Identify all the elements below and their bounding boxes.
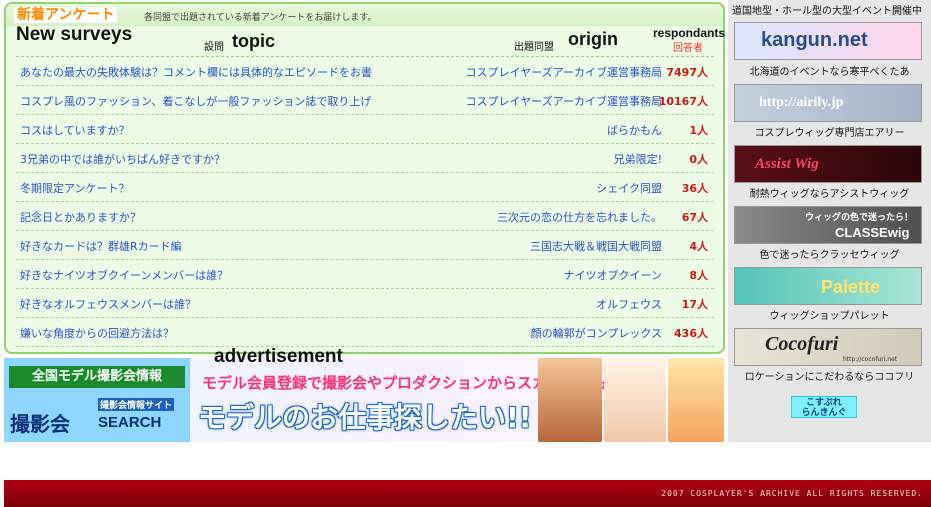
sidebar-banner-cocofuri[interactable]: Cocofuri http://cocofuri.net	[734, 328, 922, 366]
survey-row: 記念日とかありますか？ 三次元の恋の仕方を忘れました。 67人	[16, 202, 714, 231]
survey-row: あなたの最大の失敗体験は？コメント欄には具体的なエピソードをお書 コスプレイヤー…	[16, 57, 714, 86]
ad-model-photo	[538, 358, 602, 442]
column-header-topic-en: topic	[232, 31, 275, 51]
survey-topic-link[interactable]: 冬期限定アンケート？	[20, 180, 130, 196]
respondent-count: 67人	[681, 211, 708, 224]
survey-origin-link[interactable]: ナイツオブクイーン	[564, 267, 662, 283]
sidebar-header: 道国地型・ホール型の大型イベント開催中	[732, 6, 922, 17]
column-header-respondents-jp: 回答者	[673, 43, 703, 54]
ad-logo-search: SEARCH	[98, 414, 162, 431]
ad-logo-block: 全国モデル撮影会情報 撮影会情報サイト 撮影会 SEARCH	[4, 358, 190, 442]
respondent-count: 10167人	[658, 95, 708, 108]
survey-origin-link[interactable]: 兄弟限定!	[614, 151, 662, 167]
ad-banner[interactable]: 全国モデル撮影会情報 撮影会情報サイト 撮影会 SEARCH モデル会員登録で撮…	[4, 358, 724, 442]
survey-topic-link[interactable]: 好きなオルフェウスメンバーは誰？	[20, 296, 196, 312]
banner-text: Palette	[821, 277, 881, 297]
respondent-count: 8人	[689, 269, 708, 282]
respondent-count: 0人	[689, 153, 708, 166]
survey-row: 嫌いな角度からの回避方法は？ 顔の輪郭がコンプレックス 436人	[16, 318, 714, 347]
ad-model-photo	[604, 358, 666, 442]
ad-model-photo	[668, 358, 724, 442]
survey-topic-link[interactable]: 3兄弟の中では誰がいちばん好きですか？	[20, 151, 225, 167]
column-header-topic-jp: 設問	[204, 42, 224, 53]
survey-row: コスはしていますか？ ばらかもん 1人	[16, 115, 714, 144]
survey-topic-link[interactable]: コスはしていますか？	[20, 122, 130, 138]
panel-title-en: New surveys	[16, 24, 133, 45]
banner-tagline: ウィッグの色で迷ったら！	[805, 213, 914, 223]
survey-row: コスプレ風のファッション、着こなしが一般ファッション誌で取り上げ コスプレイヤー…	[16, 86, 714, 115]
sidebar-banner-assistwig[interactable]: Assist Wig	[734, 145, 922, 183]
respondent-count: 1人	[689, 124, 708, 137]
cosplay-ranking-button[interactable]: こすぷれ らんきんぐ	[791, 396, 857, 418]
copyright-text: 2007 COSPLAYER'S ARCHIVE ALL RIGHTS RESE…	[661, 489, 923, 498]
survey-origin-link[interactable]: コスプレイヤーズアーカイブ運営事務局	[466, 64, 662, 80]
banner-text: http://airily.jp	[759, 95, 844, 110]
column-header-respondents-en: respondants	[653, 26, 726, 40]
sidebar-caption: ウィッグショップパレット	[769, 311, 890, 322]
survey-row: 好きなカードは？群雄Rカード編 三国志大戦＆戦国大戦同盟 4人	[16, 231, 714, 260]
column-header-origin-jp: 出題同盟	[514, 42, 554, 53]
respondent-count: 4人	[689, 240, 708, 253]
survey-topic-link[interactable]: コスプレ風のファッション、着こなしが一般ファッション誌で取り上げ	[20, 93, 371, 109]
survey-origin-link[interactable]: 顔の輪郭がコンプレックス	[531, 325, 662, 341]
survey-origin-link[interactable]: オルフェウス	[596, 296, 662, 312]
ranking-label-1: こすぷれ	[806, 398, 842, 408]
new-surveys-panel: 新着アンケート 各同盟で出題されている新着アンケートをお届けします。 New s…	[4, 2, 725, 354]
sidebar-caption: 耐熱ウィッグならアシストウィッグ	[749, 189, 910, 200]
ad-copy-line2: モデルのお仕事探したい!!	[198, 401, 532, 434]
banner-text: Assist Wig	[755, 156, 819, 172]
banner-url: http://cocofuri.net	[843, 356, 898, 363]
panel-title: 新着アンケート	[14, 7, 118, 23]
banner-text: kangun.net	[761, 29, 868, 51]
survey-row: 好きなナイツオブクイーンメンバーは誰？ ナイツオブクイーン 8人	[16, 260, 714, 289]
column-header-origin-en: origin	[568, 29, 618, 49]
panel-description: 各同盟で出題されている新着アンケートをお届けします。	[144, 13, 377, 23]
survey-row: 冬期限定アンケート？ シェイク同盟 36人	[16, 173, 714, 202]
ad-logo-top: 全国モデル撮影会情報	[9, 366, 185, 388]
survey-topic-link[interactable]: 嫌いな角度からの回避方法は？	[20, 325, 174, 341]
sidebar-caption: ロケーションにこだわるならココフリ	[744, 372, 915, 383]
sidebar-caption: 北海道のイベントなら寒平べくたあ	[749, 67, 910, 78]
sidebar-banner-palette[interactable]: Palette	[734, 267, 922, 305]
survey-origin-link[interactable]: 三次元の恋の仕方を忘れました。	[497, 209, 662, 225]
sidebar-banner-kangun[interactable]: kangun.net	[734, 22, 922, 60]
footer: 2007 COSPLAYER'S ARCHIVE ALL RIGHTS RESE…	[4, 480, 931, 507]
respondent-count: 7497人	[666, 66, 708, 79]
respondent-count: 436人	[674, 327, 708, 340]
survey-topic-link[interactable]: 好きなナイツオブクイーンメンバーは誰？	[20, 267, 228, 283]
survey-origin-link[interactable]: コスプレイヤーズアーカイブ運営事務局	[466, 93, 662, 109]
survey-row: 3兄弟の中では誰がいちばん好きですか？ 兄弟限定! 0人	[16, 144, 714, 173]
respondent-count: 36人	[681, 182, 708, 195]
sidebar: 道国地型・ホール型の大型イベント開催中 kangun.net 北海道のイベントな…	[728, 0, 931, 442]
ad-label: advertisement	[214, 346, 343, 367]
sidebar-banner-classewig[interactable]: ウィッグの色で迷ったら！ CLASSEwig	[734, 206, 922, 244]
survey-topic-link[interactable]: 好きなカードは？群雄Rカード編	[20, 238, 182, 254]
banner-text: CLASSEwig	[835, 225, 910, 240]
banner-text: Cocofuri	[765, 333, 839, 355]
survey-origin-link[interactable]: ばらかもん	[607, 122, 662, 138]
respondent-count: 17人	[681, 298, 708, 311]
survey-topic-link[interactable]: あなたの最大の失敗体験は？コメント欄には具体的なエピソードをお書	[20, 64, 372, 80]
survey-row: 好きなオルフェウスメンバーは誰？ オルフェウス 17人	[16, 289, 714, 318]
ad-logo-main: 撮影会	[10, 412, 70, 436]
survey-origin-link[interactable]: シェイク同盟	[596, 180, 662, 196]
survey-origin-link[interactable]: 三国志大戦＆戦国大戦同盟	[530, 238, 662, 254]
sidebar-banner-airily[interactable]: http://airily.jp	[734, 84, 922, 122]
sidebar-caption: 色で迷ったらクラッセウィッグ	[759, 250, 900, 261]
survey-topic-link[interactable]: 記念日とかありますか？	[20, 209, 141, 225]
ranking-label-2: らんきんぐ	[801, 408, 847, 418]
ad-logo-sub: 撮影会情報サイト	[98, 398, 175, 411]
sidebar-caption: コスプレウィッグ専門店エアリー	[754, 128, 905, 139]
